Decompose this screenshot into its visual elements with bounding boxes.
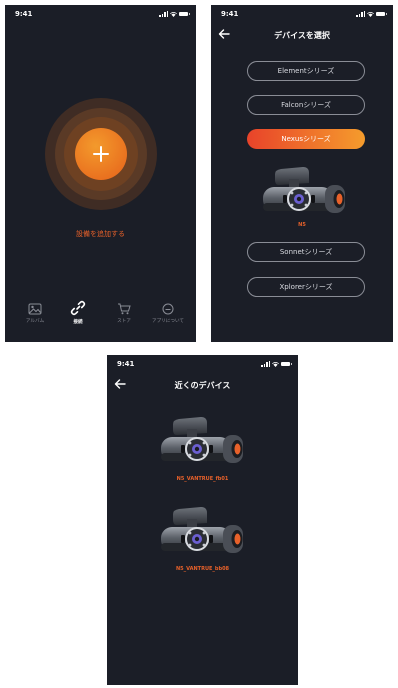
info-icon — [162, 303, 174, 315]
signal-icon — [159, 11, 168, 17]
tab-about-label: アプリについて — [151, 319, 185, 324]
battery-icon — [281, 361, 292, 367]
link-icon — [70, 300, 86, 316]
status-bar: 9:41 — [107, 355, 298, 373]
tab-connect[interactable]: 接続 — [58, 300, 98, 325]
tab-store-label: ストア — [117, 319, 131, 324]
series-button-falcon[interactable]: Falconシリーズ — [247, 95, 365, 115]
home-screen: 9:41 設備を追加する アルバム 接続 ストア アプリについて — [5, 5, 196, 342]
album-icon — [28, 303, 42, 315]
tab-bar: アルバム 接続 ストア アプリについて — [5, 300, 196, 339]
wifi-icon — [170, 11, 177, 17]
tab-store[interactable]: ストア — [104, 303, 144, 324]
status-time: 9:41 — [221, 10, 239, 18]
battery-icon — [376, 11, 387, 17]
page-title: 近くのデバイス — [174, 381, 231, 390]
series-button-sonnet[interactable]: Sonnetシリーズ — [247, 242, 365, 262]
tab-connect-label: 接続 — [73, 320, 83, 325]
tab-album[interactable]: アルバム — [15, 303, 55, 324]
status-icons — [356, 11, 387, 17]
dashcam-image — [157, 415, 247, 469]
dashcam-image — [157, 505, 247, 559]
series-button-element[interactable]: Elementシリーズ — [247, 61, 365, 81]
device-name: N5_VANTRUE_bb08 — [175, 566, 230, 572]
add-device-button[interactable] — [75, 128, 127, 180]
add-device-label[interactable]: 設備を追加する — [5, 229, 196, 239]
status-time: 9:41 — [117, 360, 135, 368]
signal-icon — [261, 361, 270, 367]
series-button-xplorer[interactable]: Xplorerシリーズ — [247, 277, 365, 297]
series-button-nexus[interactable]: Nexusシリーズ — [247, 129, 365, 149]
status-bar: 9:41 — [211, 5, 393, 23]
status-time: 9:41 — [15, 10, 33, 18]
dashcam-image[interactable] — [259, 165, 349, 219]
device-name: N5_VANTRUE_fb01 — [176, 476, 229, 482]
page-title: デバイスを選択 — [274, 31, 330, 40]
model-label[interactable]: N5 — [211, 222, 393, 228]
status-bar: 9:41 — [5, 5, 196, 23]
wifi-icon — [367, 11, 374, 17]
status-icons — [261, 361, 292, 367]
tab-album-label: アルバム — [25, 319, 45, 324]
cart-icon — [118, 303, 131, 315]
status-icons — [159, 11, 190, 17]
select-device-screen: 9:41 デバイスを選択 Elementシリーズ Falconシリーズ Nexu… — [211, 5, 393, 342]
plus-icon — [93, 146, 109, 162]
wifi-icon — [272, 361, 279, 367]
battery-icon — [179, 11, 190, 17]
tab-about[interactable]: アプリについて — [148, 303, 188, 324]
signal-icon — [356, 11, 365, 17]
nearby-devices-screen: 9:41 近くのデバイス N5_VANTRUE_fb01 N5_VANTRUE_… — [107, 355, 298, 685]
